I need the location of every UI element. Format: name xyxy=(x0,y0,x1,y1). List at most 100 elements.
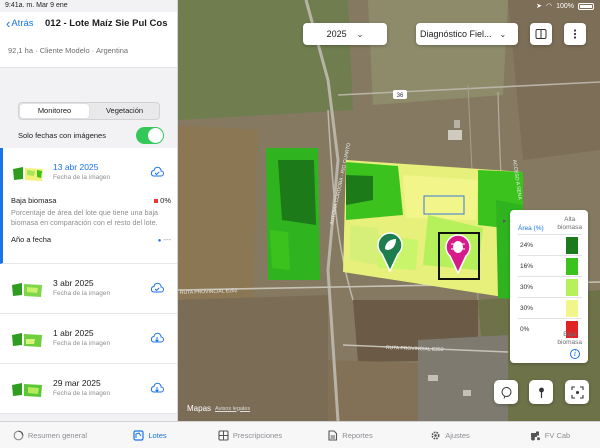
legal-link[interactable]: Avisos legales xyxy=(215,406,250,412)
legend-low-label-2: biomasa xyxy=(557,339,582,346)
wifi-icon: ◠ xyxy=(545,3,553,10)
tab-label: FV Cab xyxy=(544,430,571,440)
locate-button[interactable] xyxy=(565,380,589,404)
image-date-subtitle: Fecha de la imagen xyxy=(53,174,111,181)
route-number-label: 36 xyxy=(397,93,404,99)
year-selector[interactable]: 2025 ⌄ xyxy=(303,23,387,45)
area-value: --- xyxy=(163,235,172,244)
tab-bar: Resumen general Lotes Prescripciones Rep… xyxy=(0,421,600,448)
more-vertical-icon xyxy=(573,29,577,39)
legend-row: 16% xyxy=(518,255,582,276)
tab-lotes[interactable]: Lotes xyxy=(100,422,200,448)
metric-label: Baja biomasa xyxy=(11,196,57,205)
report-doc-icon xyxy=(328,429,338,441)
maps-label: Mapas xyxy=(187,404,212,413)
legend-bottom-label: Baja biomasa xyxy=(557,331,582,347)
location-icon: ➤ xyxy=(536,3,542,10)
cloud-download-icon[interactable] xyxy=(150,382,164,394)
legend-swatch xyxy=(566,237,578,254)
image-date-subtitle: Fecha de la imagen xyxy=(53,290,111,297)
segment-monitoreo[interactable]: Monitoreo xyxy=(20,104,89,118)
tab-label: Lotes xyxy=(148,430,167,440)
list-item[interactable]: 1 abr 2025 Fecha de la imagen xyxy=(0,314,177,364)
tab-label: Resumen general xyxy=(27,430,88,440)
image-date-subtitle: Fecha de la imagen xyxy=(53,340,111,347)
nutrient-pin-icon[interactable] xyxy=(376,230,404,272)
lasso-icon xyxy=(501,386,511,399)
back-label: Atrás xyxy=(11,18,34,29)
legend-swatch xyxy=(566,279,578,296)
legend-pct: 24% xyxy=(520,242,534,249)
prescription-grid-icon xyxy=(218,429,229,441)
page-title: 012 - Lote Maíz Sie Pul Cos xyxy=(45,18,168,29)
images-only-row: Solo fechas con imágenes xyxy=(18,127,164,145)
tractor-icon xyxy=(530,431,540,440)
tab-label: Ajustes xyxy=(445,430,470,440)
tab-prescripciones[interactable]: Prescripciones xyxy=(200,422,300,448)
draw-lasso-button[interactable] xyxy=(494,380,518,404)
tab-ajustes[interactable]: Ajustes xyxy=(400,422,500,448)
more-options-button[interactable] xyxy=(564,23,586,45)
panel-header: ‹ Atrás 012 - Lote Maíz Sie Pul Cos 92,1… xyxy=(0,12,177,68)
field-thumbnail-icon xyxy=(12,383,42,397)
drop-icon: ● xyxy=(157,238,162,244)
status-right: ➤ ◠ 100% xyxy=(536,2,594,10)
legend-low-label: Baja xyxy=(563,331,577,338)
field-panel: ‹ Atrás 012 - Lote Maíz Sie Pul Cos 92,1… xyxy=(0,0,178,421)
time: 9:41a. m. xyxy=(5,2,35,9)
add-pin-button[interactable] xyxy=(529,380,553,404)
battery-percent: 100% xyxy=(556,2,574,10)
list-item[interactable]: 29 mar 2025 Fecha de la imagen xyxy=(0,364,177,414)
segment-vegetacion[interactable]: Vegetación xyxy=(90,103,159,119)
field-meta: 92,1 ha · Cliente Modelo · Argentina xyxy=(8,46,129,55)
cloud-download-icon[interactable] xyxy=(150,332,164,344)
legend-area-label: Área (%) xyxy=(518,225,544,232)
images-only-toggle[interactable] xyxy=(136,127,164,144)
satellite-map[interactable]: 36 AUTOVIA CORDOBA - RIO CUARTO ACCESO A… xyxy=(178,0,600,421)
list-item[interactable]: 13 abr 2025 Fecha de la imagen Baja biom… xyxy=(0,148,177,264)
area-label: Año a fecha xyxy=(11,235,52,244)
back-button[interactable]: ‹ Atrás xyxy=(6,15,34,31)
tab-resumen-general[interactable]: Resumen general xyxy=(0,422,100,448)
cloud-check-icon[interactable] xyxy=(150,282,164,294)
legend-high-label-2: biomasa xyxy=(557,224,582,231)
cloud-check-icon[interactable] xyxy=(150,166,164,178)
info-icon[interactable]: i xyxy=(570,349,580,359)
chevron-right-icon[interactable]: ▸ xyxy=(503,217,507,225)
layer-value: Diagnóstico Fiel... xyxy=(420,29,492,39)
tab-fv-cab[interactable]: FV Cab xyxy=(500,422,600,448)
field-thumbnail-icon xyxy=(12,333,42,347)
gear-icon xyxy=(431,430,440,440)
images-only-label: Solo fechas con imágenes xyxy=(18,131,106,140)
low-biomass-swatch xyxy=(154,198,159,203)
chevron-left-icon: ‹ xyxy=(6,15,11,31)
tab-reportes[interactable]: Reportes xyxy=(300,422,400,448)
chevron-down-icon: ⌄ xyxy=(499,29,507,39)
legend-swatch xyxy=(566,258,578,275)
map-pin-icon xyxy=(538,387,544,398)
metric-value: 0% xyxy=(160,196,171,205)
biomass-legend: Alta biomasa Área (%) 24% 16% 30% 30% 0%… xyxy=(510,210,588,363)
image-date: 29 mar 2025 xyxy=(53,378,101,388)
legend-row: 30% xyxy=(518,297,582,318)
image-date: 1 abr 2025 xyxy=(53,328,94,338)
image-date: 3 abr 2025 xyxy=(53,278,94,288)
status-bar: 9:41a. m. Mar 9 ene ➤ ◠ 100% xyxy=(0,0,600,12)
layer-selector[interactable]: Diagnóstico Fiel... ⌄ xyxy=(416,23,518,45)
map-attribution: Mapas Avisos legales xyxy=(183,404,250,413)
metric-description: Porcentaje de área del lote que tiene un… xyxy=(11,208,159,227)
fit-bounds-icon xyxy=(570,385,584,399)
tab-label: Prescripciones xyxy=(232,430,283,440)
split-view-icon xyxy=(535,29,547,39)
selection-box xyxy=(438,232,480,280)
legend-swatch xyxy=(566,300,578,317)
split-view-button[interactable] xyxy=(530,23,552,45)
tab-label: Reportes xyxy=(342,430,373,440)
field-thumbnail-icon xyxy=(13,167,43,181)
chevron-down-icon: ⌄ xyxy=(356,29,364,39)
list-item[interactable]: 3 abr 2025 Fecha de la imagen xyxy=(0,264,177,314)
field-map-icon xyxy=(133,429,144,441)
image-date: 13 abr 2025 xyxy=(53,162,99,172)
view-segmented-control: Monitoreo Vegetación xyxy=(18,102,160,120)
legend-high-label: Alta xyxy=(564,216,576,223)
